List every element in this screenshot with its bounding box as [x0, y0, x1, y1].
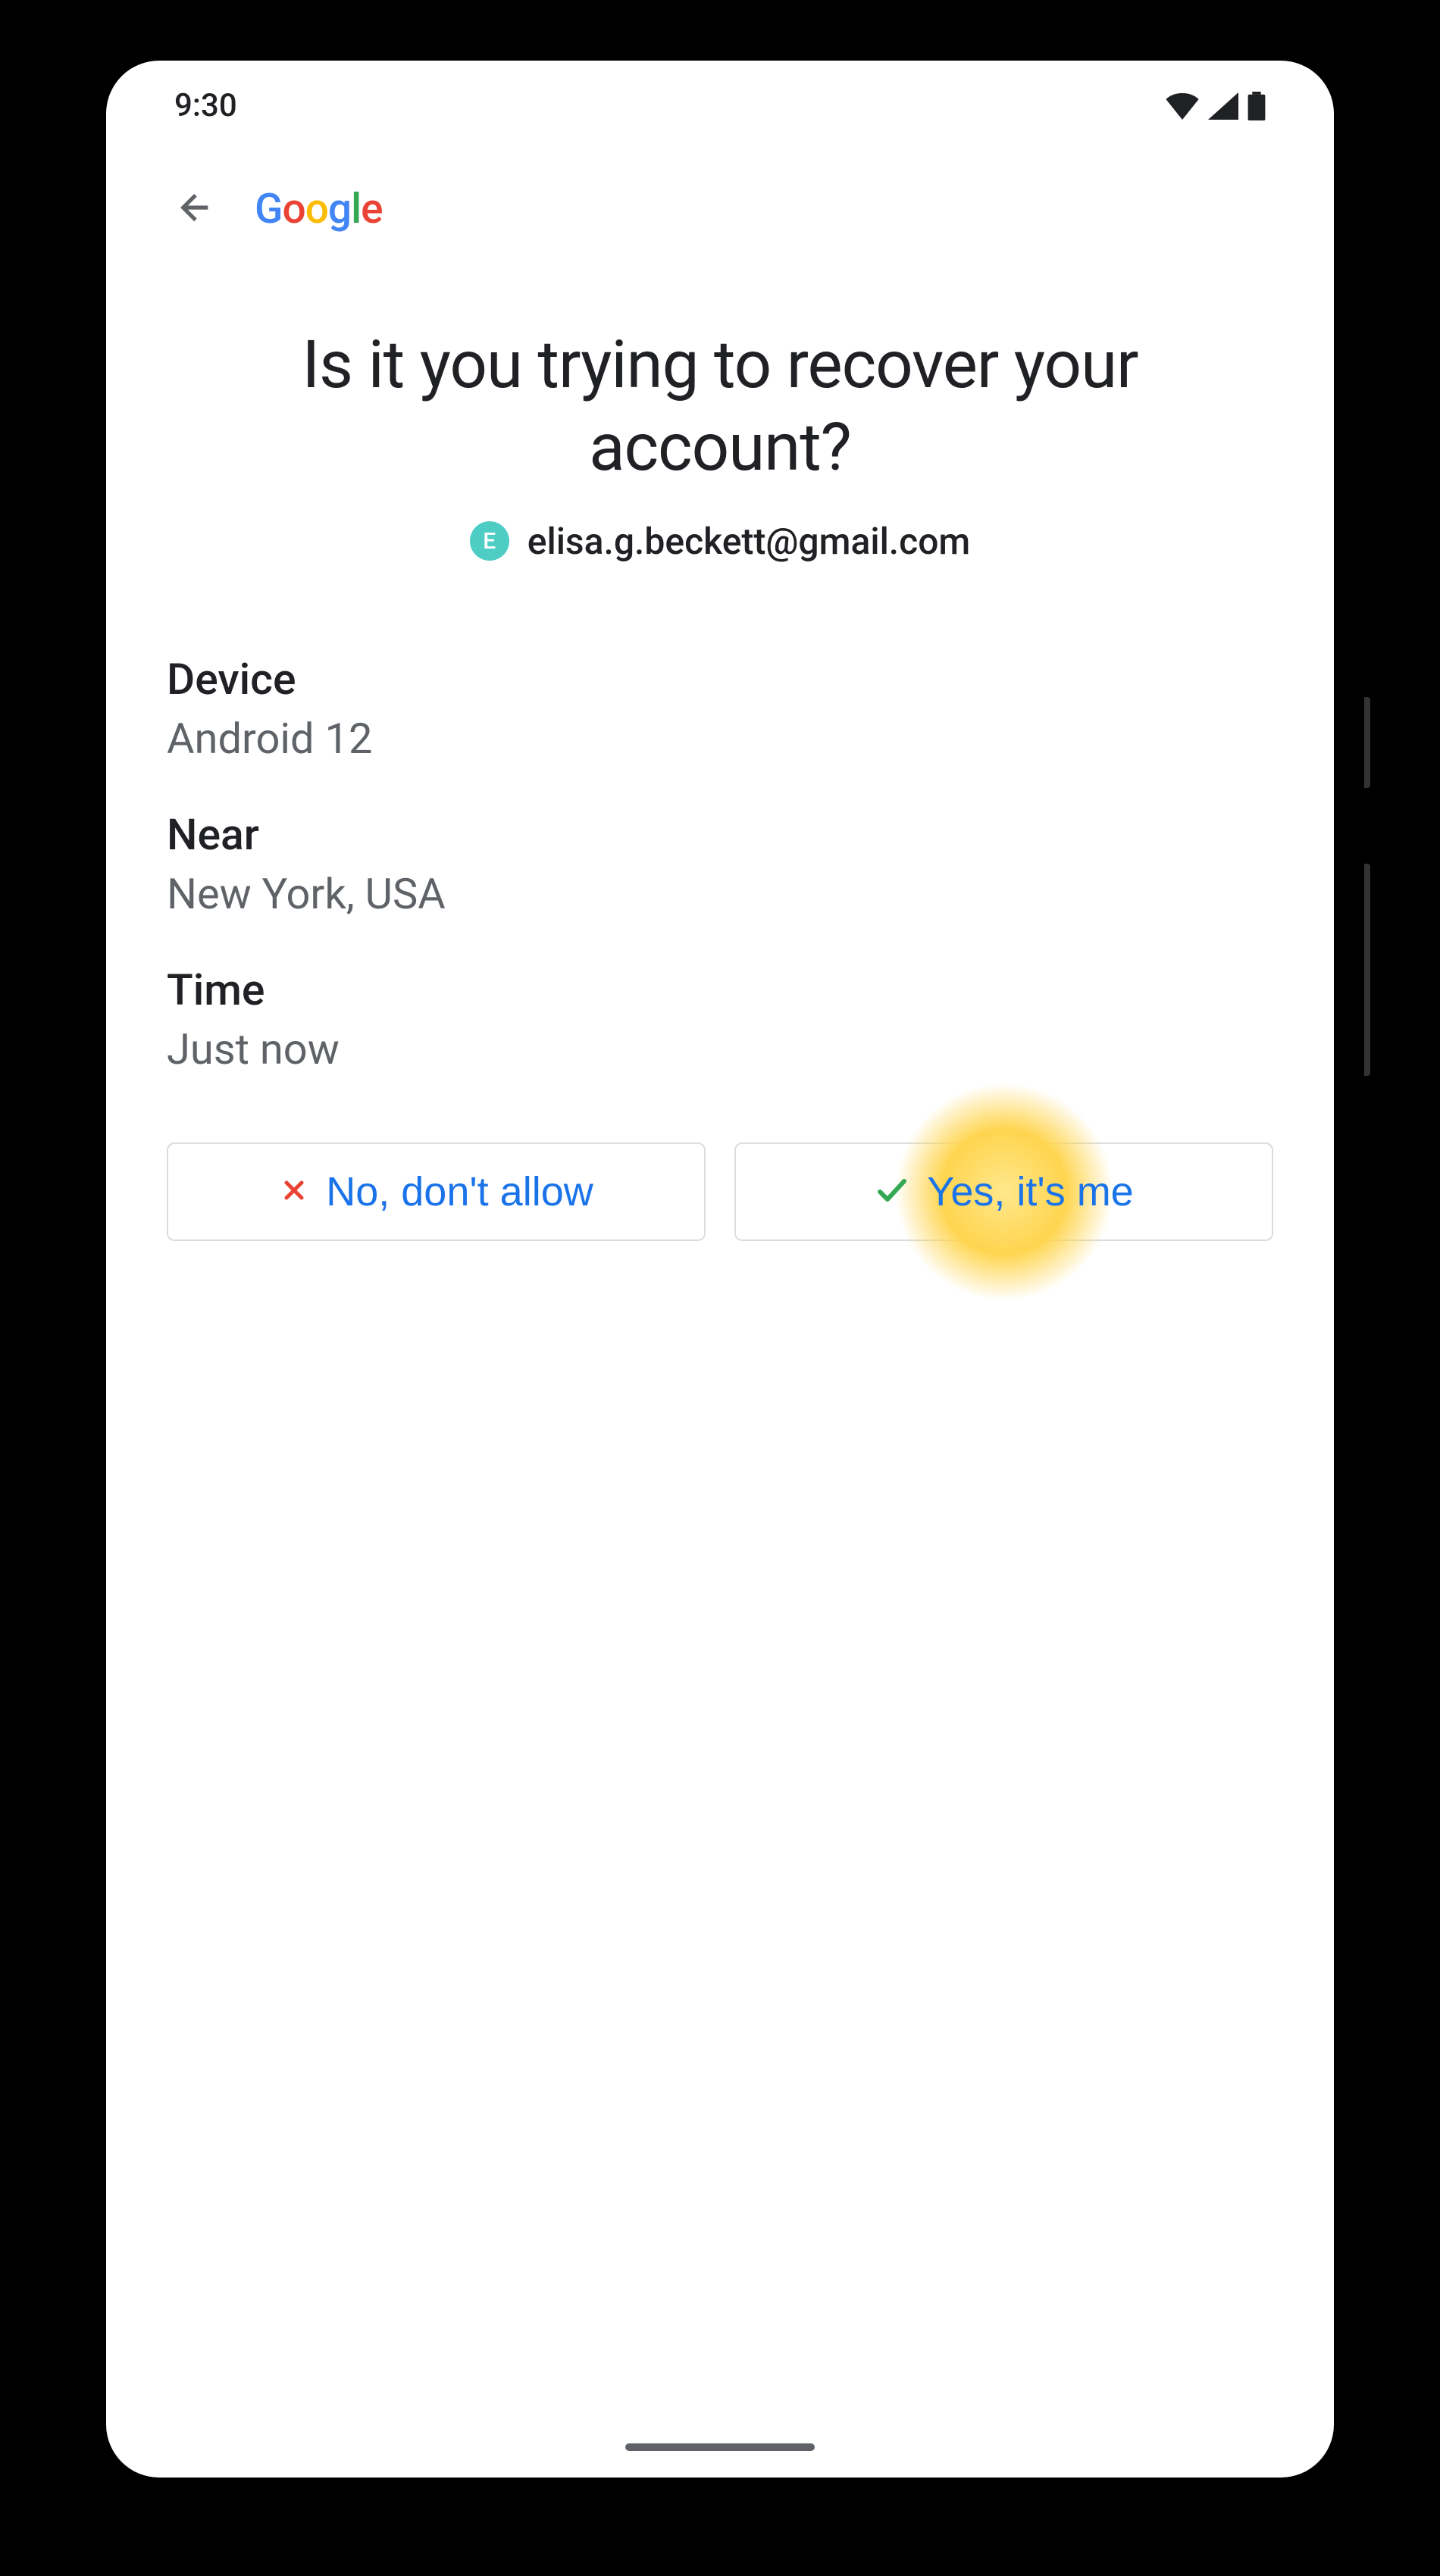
check-icon	[874, 1175, 910, 1208]
button-row: No, don't allow Yes, it's me	[167, 1143, 1273, 1241]
navigation-handle[interactable]	[625, 2443, 815, 2451]
account-row[interactable]: E elisa.g.beckett@gmail.com	[167, 520, 1273, 563]
detail-label-time: Time	[167, 964, 1273, 1015]
phone-volume-button	[1364, 864, 1370, 1076]
allow-label: Yes, it's me	[927, 1168, 1133, 1215]
phone-screen: 9:30 Goo	[106, 61, 1334, 2478]
detail-time: Time Just now	[167, 964, 1273, 1074]
avatar: E	[470, 521, 509, 561]
signal-icon	[1208, 92, 1238, 120]
detail-label-device: Device	[167, 654, 1273, 705]
battery-icon	[1247, 92, 1266, 120]
detail-value-device: Android 12	[167, 714, 1273, 764]
main-content: Is it you trying to recover your account…	[106, 264, 1334, 1241]
phone-power-button	[1364, 697, 1370, 788]
detail-device: Device Android 12	[167, 654, 1273, 764]
detail-value-near: New York, USA	[167, 869, 1273, 919]
detail-value-time: Just now	[167, 1024, 1273, 1074]
status-bar: 9:30	[106, 61, 1334, 139]
x-icon	[279, 1175, 309, 1208]
status-time: 9:30	[174, 87, 237, 124]
allow-button[interactable]: Yes, it's me	[734, 1143, 1273, 1241]
back-arrow-icon[interactable]	[174, 186, 217, 232]
detail-near: Near New York, USA	[167, 809, 1273, 919]
google-logo: Google	[255, 185, 383, 233]
deny-label: No, don't allow	[326, 1168, 593, 1215]
phone-frame: 9:30 Goo	[76, 30, 1364, 2508]
account-email: elisa.g.beckett@gmail.com	[527, 520, 970, 563]
wifi-icon	[1166, 92, 1199, 120]
page-title: Is it you trying to recover your account…	[167, 324, 1273, 489]
deny-button[interactable]: No, don't allow	[167, 1143, 706, 1241]
app-header: Google	[106, 139, 1334, 264]
status-icons	[1166, 92, 1266, 120]
detail-label-near: Near	[167, 809, 1273, 860]
